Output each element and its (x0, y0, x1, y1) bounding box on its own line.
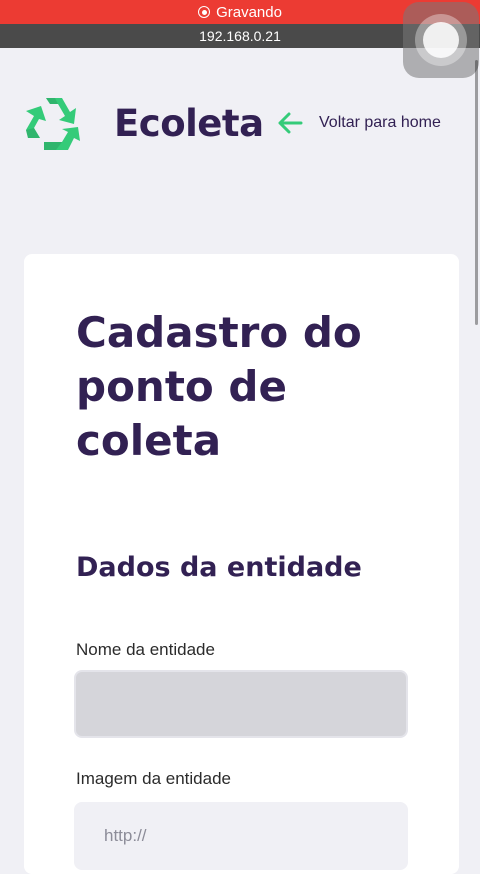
record-icon (198, 6, 211, 18)
assistive-touch-ring (415, 14, 467, 66)
arrow-left-icon (278, 112, 303, 134)
entity-image-input[interactable] (74, 802, 408, 870)
recycle-icon (26, 98, 80, 150)
assistive-touch-icon (423, 22, 459, 58)
recording-label: Gravando (216, 3, 282, 21)
entity-image-label: Imagem da entidade (76, 769, 231, 788)
page-title: Cadastro do ponto de coleta (76, 308, 362, 465)
entity-name-label: Nome da entidade (76, 640, 215, 659)
url-text: 192.168.0.21 (199, 28, 281, 44)
back-home-link[interactable]: Voltar para home (277, 112, 441, 134)
section-title: Dados da entidade (76, 552, 362, 583)
form-card: Cadastro do ponto de coleta Dados da ent… (24, 254, 459, 874)
page-header: Ecoleta Voltar para home (0, 88, 480, 160)
back-home-label: Voltar para home (319, 114, 441, 131)
logo-text: Ecoleta (114, 102, 264, 145)
entity-name-input[interactable] (74, 670, 408, 738)
assistive-touch-button[interactable] (403, 2, 479, 78)
